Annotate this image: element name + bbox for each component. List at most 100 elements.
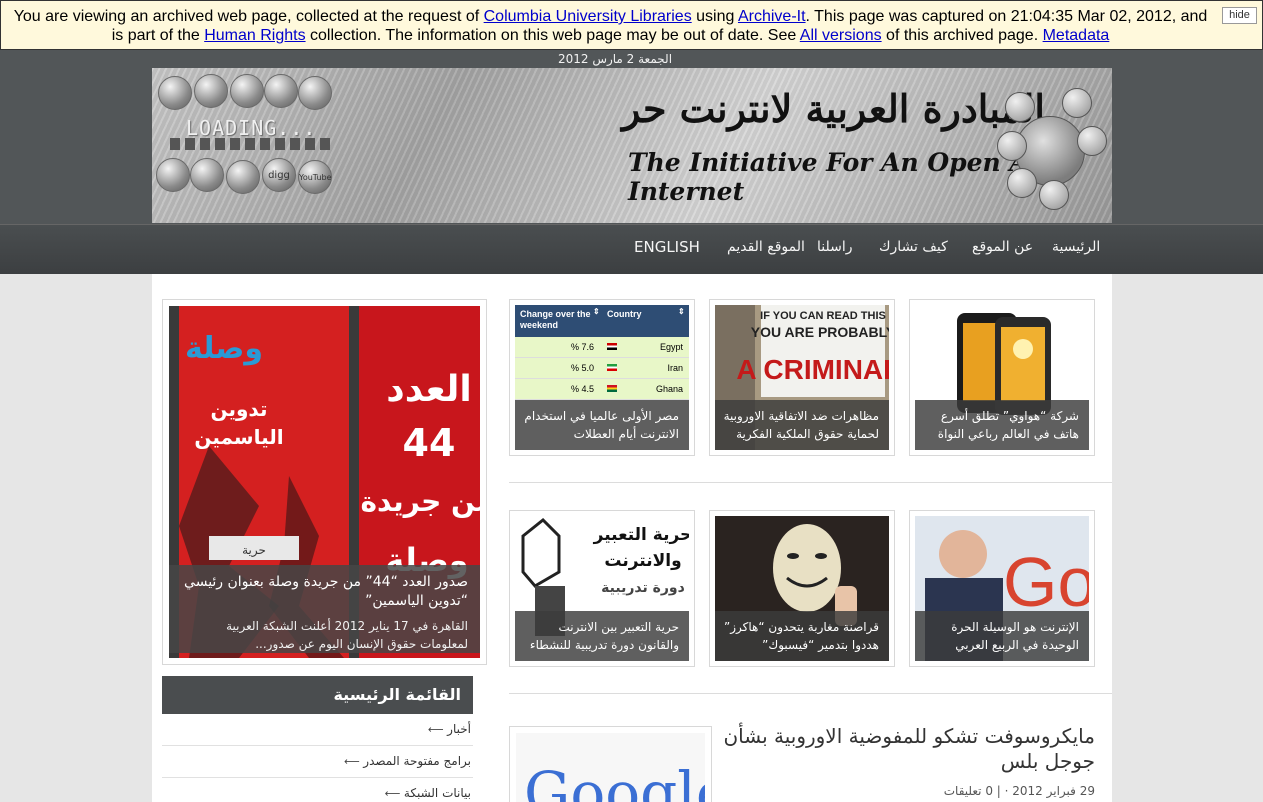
linux-icon [298, 76, 332, 110]
stats-change: % 4.5 [571, 384, 595, 394]
protest-sign-line3: A CRIMINAL! [736, 354, 889, 385]
clock-icon [1039, 180, 1069, 210]
site-banner[interactable]: LOADING... digg YouTube المبادرة العربية… [152, 68, 1112, 223]
table-row: % 5.0 Iran [515, 358, 689, 379]
featured-article[interactable]: العدد 44 من جريدة وصلة وصلة تدوين الياسم… [162, 299, 487, 665]
menu-item-label: برامج مفتوحة المصدر [363, 754, 471, 768]
archive-it-link[interactable]: Archive-It [738, 8, 806, 25]
archive-notice-bar: You are viewing an archived web page, co… [0, 0, 1263, 50]
table-row: % 7.6 Egypt [515, 337, 689, 358]
card-caption[interactable]: مصر الأولى عالميا في استخدام الانترنت أي… [515, 400, 689, 450]
article-card[interactable]: حرية التعبير والانترنت دورة تدريبية حرية… [509, 510, 695, 667]
flickr-icon [226, 160, 260, 194]
archive-text: You are viewing an archived web page, co… [13, 8, 484, 25]
youtube-label: YouTube [299, 173, 332, 182]
menu-item-news[interactable]: أخبار ⟵ [162, 714, 473, 746]
egypt-flag-icon [607, 343, 617, 350]
search-icon [1007, 168, 1037, 198]
article-card[interactable]: قراصنة مغاربة يتحدون “هاكرز” هددوا بتدمي… [709, 510, 895, 667]
post-title[interactable]: مايكروسوفت تشكو للمفوضية الاوروبية بشأن … [720, 724, 1095, 774]
firefox-icon [230, 74, 264, 108]
windows-icon [264, 74, 298, 108]
post-date: 29 فبراير 2012 [1012, 784, 1095, 798]
all-versions-link[interactable]: All versions [800, 27, 882, 44]
nav-old-site[interactable]: الموقع القديم [727, 239, 805, 255]
featured-brand-logo: وصلة [185, 331, 263, 366]
card-caption[interactable]: مظاهرات ضد الاتفاقية الاوروبية لحماية حق… [715, 400, 889, 450]
nav-about[interactable]: عن الموقع [972, 239, 1033, 255]
featured-tadwin: تدوين [210, 397, 267, 421]
digg-label: digg [268, 170, 290, 181]
loading-dots [170, 138, 335, 150]
meta-separator: · | [992, 784, 1013, 798]
digg-icon: digg [262, 158, 296, 192]
chart-icon [997, 131, 1027, 161]
columbia-libraries-link[interactable]: Columbia University Libraries [484, 8, 692, 25]
arrow-left-icon: ⟵ [344, 755, 364, 768]
training-title-2: والانترنت [604, 551, 681, 571]
mail-icon [1005, 92, 1035, 122]
archive-text: collection. The information on this web … [305, 27, 800, 44]
sort-icon: ⇕ [593, 307, 600, 316]
post-meta: 29 فبراير 2012 · | 0 تعليقات [880, 784, 1095, 798]
article-card[interactable]: Change over the weekend Country ⇕ ⇕ % 7.… [509, 299, 695, 456]
article-card[interactable]: شركة “هواوي” تطلق أسرع هاتف في العالم رب… [909, 299, 1095, 456]
stats-country: Iran [667, 363, 683, 373]
menu-item-label: بيانات الشبكة [403, 786, 471, 800]
ubuntu-icon [194, 74, 228, 108]
network-icon [1077, 126, 1107, 156]
phone-icon [1062, 88, 1092, 118]
article-card[interactable]: Goo الإنترنت هو الوسيلة الحرة الوحيدة في… [909, 510, 1095, 667]
stats-country: Ghana [655, 384, 683, 394]
arrow-left-icon: ⟵ [427, 723, 448, 736]
nav-participate[interactable]: كيف تشارك [879, 239, 948, 255]
nav-contact[interactable]: راسلنا [817, 239, 853, 255]
google-wall-text: Goo [1003, 543, 1089, 621]
post-thumbnail[interactable]: Google [509, 726, 712, 802]
social-icons-cluster: LOADING... digg YouTube [156, 72, 336, 220]
metadata-link[interactable]: Metadata [1043, 27, 1110, 44]
nav-english[interactable]: ENGLISH [634, 238, 700, 256]
section-divider [509, 482, 1112, 483]
stats-header: Change over the weekend Country ⇕ ⇕ [515, 305, 689, 337]
protest-sign-line1: IF YOU CAN READ THIS [760, 310, 886, 322]
iran-flag-icon [607, 364, 617, 371]
training-title-3: دورة تدريبية [601, 580, 685, 596]
hide-button[interactable]: hide [1222, 7, 1257, 24]
featured-caption: صدور العدد “44” من جريدة وصلة بعنوان رئي… [169, 565, 480, 653]
nav-home[interactable]: الرئيسية [1052, 239, 1100, 255]
stats-change: % 5.0 [571, 363, 595, 373]
ghana-flag-icon [607, 385, 617, 392]
card-caption[interactable]: قراصنة مغاربة يتحدون “هاكرز” هددوا بتدمي… [715, 611, 889, 661]
arrow-left-icon: ⟵ [384, 787, 404, 800]
menu-item-label: أخبار [447, 722, 471, 736]
card-caption[interactable]: حرية التعبير بين الانترنت والقانون دورة … [515, 611, 689, 661]
stats-header-country: Country [607, 309, 642, 319]
youtube-icon: YouTube [298, 160, 332, 194]
main-nav: الرئيسية عن الموقع كيف تشارك راسلنا المو… [0, 224, 1263, 274]
ie-icon [158, 76, 192, 110]
featured-title[interactable]: صدور العدد “44” من جريدة وصلة بعنوان رئي… [179, 573, 468, 611]
menu-item-open-source[interactable]: برامج مفتوحة المصدر ⟵ [162, 746, 473, 778]
section-divider [509, 693, 1112, 694]
menu-item-statements[interactable]: بيانات الشبكة ⟵ [162, 778, 473, 802]
featured-issue-number: 44 [403, 421, 456, 465]
stats-header-change: Change over the weekend [520, 309, 591, 330]
network-globe-graphic [997, 86, 1107, 211]
table-row: % 4.5 Ghana [515, 379, 689, 400]
featured-issue-word: العدد [386, 369, 471, 410]
stats-country: Egypt [659, 342, 683, 352]
twitter-icon [190, 158, 224, 192]
featured-from-newspaper: من جريدة [360, 485, 480, 518]
article-card[interactable]: IF YOU CAN READ THIS YOU ARE PROBABLY A … [709, 299, 895, 456]
human-rights-link[interactable]: Human Rights [204, 27, 305, 44]
main-menu-heading: القائمة الرئيسية [162, 676, 473, 714]
card-caption[interactable]: الإنترنت هو الوسيلة الحرة الوحيدة في الر… [915, 611, 1089, 661]
post-thumbnail-image: Google [516, 733, 705, 802]
card-caption[interactable]: شركة “هواوي” تطلق أسرع هاتف في العالم رب… [915, 400, 1089, 450]
google-logo-word: Google [524, 759, 705, 802]
header-date: الجمعة 2 مارس 2012 [557, 52, 673, 66]
featured-excerpt: القاهرة في 17 يناير 2012 أعلنت الشبكة ال… [226, 619, 468, 651]
post-comments-link[interactable]: 0 تعليقات [944, 784, 993, 798]
featured-hurriya: حرية [242, 543, 266, 558]
